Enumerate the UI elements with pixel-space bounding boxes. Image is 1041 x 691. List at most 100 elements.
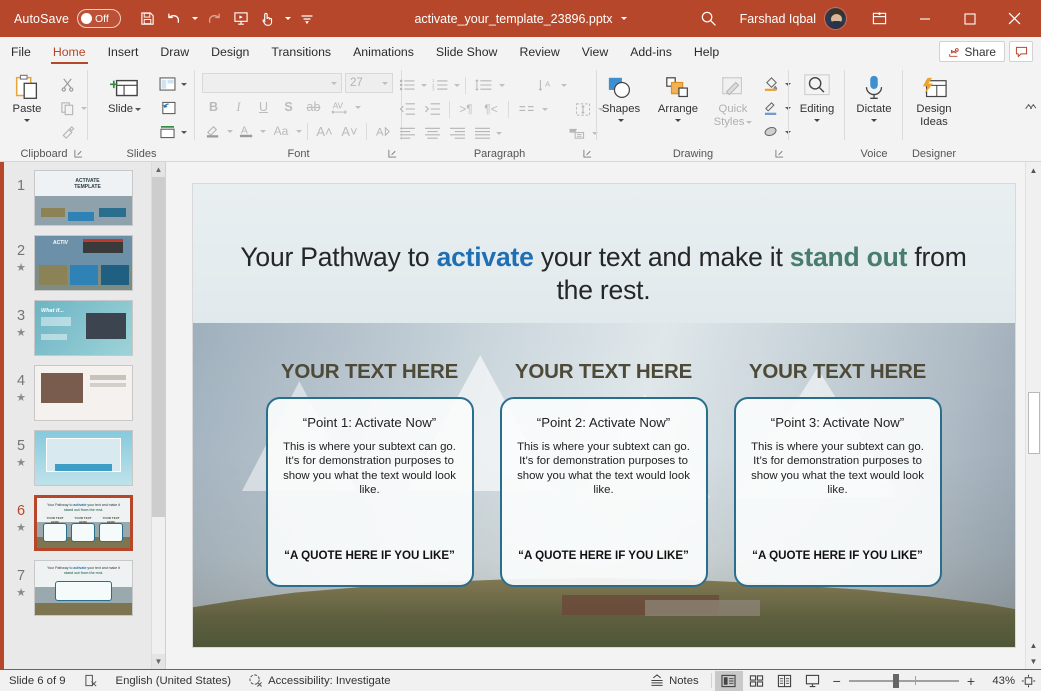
justify-dropdown-icon[interactable] [495,131,502,135]
column-1-header[interactable]: YOUR TEXT HERE [281,360,458,384]
view-normal-button[interactable] [714,670,743,691]
title-dropdown-icon[interactable] [620,17,627,20]
text-direction-dropdown-icon[interactable] [560,83,567,87]
strikethrough-button[interactable]: ab [302,96,325,118]
autosave-toggle[interactable]: Off [77,9,122,28]
layout-dropdown-icon[interactable] [180,82,187,86]
slide-thumbnail-pane[interactable]: 1 ACTIVATE TEMPLATE 2 ★ ACTIV 3 ★ What i… [4,162,166,669]
tab-help[interactable]: Help [683,37,730,66]
slide-thumbnail-current[interactable]: Your Pathway to activate your text and m… [34,495,133,551]
font-name-combobox[interactable] [202,73,342,93]
ribbon-display-options-icon[interactable] [857,0,902,37]
touch-mode-icon[interactable] [254,5,281,33]
list-item[interactable]: 5 ★ [4,430,151,486]
minimize-button[interactable] [902,0,947,37]
user-name[interactable]: Farshad Iqbal [732,12,824,26]
tab-file[interactable]: File [0,37,42,66]
list-item[interactable]: 4 ★ [4,365,151,421]
scroll-up-icon[interactable]: ▲ [152,162,165,177]
bullets-dropdown-icon[interactable] [420,83,427,87]
section-dropdown-icon[interactable] [180,130,187,134]
collapse-ribbon-icon[interactable] [1024,102,1037,114]
format-painter-icon[interactable] [56,121,79,143]
copy-icon[interactable] [56,97,79,119]
tab-transitions[interactable]: Transitions [260,37,342,66]
view-slide-sorter-button[interactable] [743,671,771,691]
accessibility-status[interactable]: Accessibility: Investigate [240,670,399,691]
close-button[interactable] [992,0,1037,37]
quick-styles-button[interactable]: Quick Styles [709,71,757,129]
text-direction-icon[interactable]: A [533,74,559,96]
reset-icon[interactable] [156,97,179,119]
slide-thumbnail[interactable]: Your Pathway to activate your text and m… [34,560,133,616]
columns-icon[interactable] [514,98,540,120]
shape-outline-icon[interactable] [760,97,783,119]
share-button[interactable]: Share [938,41,1005,62]
font-color-dropdown-icon[interactable] [260,129,266,133]
column-2-card[interactable]: “Point 2: Activate Now” This is where yo… [499,397,708,587]
list-item-selected[interactable]: 6 ★ Your Pathway to activate your text an… [4,495,151,551]
scroll-down-icon[interactable]: ▼ [152,654,165,669]
notes-button[interactable]: Notes [641,670,708,691]
shape-effects-icon[interactable] [760,121,783,143]
clipboard-dialog-launcher[interactable] [74,149,83,160]
dictate-button[interactable]: Dictate [848,71,900,122]
character-spacing-dropdown-icon[interactable] [355,105,361,109]
shapes-button[interactable]: Shapes [595,71,647,122]
text-shadow-button[interactable]: S [277,96,300,118]
spell-check-icon[interactable] [75,670,107,691]
new-slide-dropdown-icon[interactable] [135,108,142,111]
character-spacing-icon[interactable]: AV [327,96,353,118]
change-case-dropdown-icon[interactable] [296,129,302,133]
fit-slide-to-window-button[interactable] [1015,674,1041,688]
save-icon[interactable] [134,5,161,33]
tab-animations[interactable]: Animations [342,37,425,66]
next-slide-icon[interactable]: ▼ [1026,653,1041,669]
avatar[interactable] [824,7,847,30]
arrange-dropdown-icon[interactable] [675,119,681,122]
column-2-header[interactable]: YOUR TEXT HERE [515,360,692,384]
tab-review[interactable]: Review [508,37,570,66]
comments-button[interactable] [1009,41,1033,62]
justify-icon[interactable] [471,122,494,144]
convert-to-smartart-icon[interactable] [564,122,590,144]
zoom-out-button[interactable]: − [833,673,841,689]
search-icon[interactable] [686,10,732,27]
view-slide-show-button[interactable] [799,671,827,691]
increase-font-size-button[interactable]: A˄ [313,120,336,142]
ltr-text-direction-button[interactable]: >¶ [455,98,478,120]
list-item[interactable]: 3 ★ What if... [4,300,151,356]
cut-icon[interactable] [56,73,79,95]
tab-draw[interactable]: Draw [149,37,200,66]
list-item[interactable]: 2 ★ ACTIV [4,235,151,291]
quick-styles-dropdown-icon[interactable] [746,121,753,124]
tab-add-ins[interactable]: Add-ins [619,37,683,66]
customize-qat-icon[interactable] [293,5,320,33]
start-presentation-icon[interactable] [227,5,254,33]
zoom-percent[interactable]: 43% [981,675,1015,687]
font-dialog-launcher[interactable] [388,149,397,160]
scroll-thumb[interactable] [1028,392,1040,454]
touch-mode-dropdown-icon[interactable] [281,17,293,20]
numbering-icon[interactable]: 123 [429,74,452,96]
underline-button[interactable]: U [252,96,275,118]
slide-counter[interactable]: Slide 6 of 9 [0,670,75,691]
column-3-header[interactable]: YOUR TEXT HERE [749,360,926,384]
bold-button[interactable]: B [202,96,225,118]
font-size-combobox[interactable]: 27 [345,73,393,93]
columns-dropdown-icon[interactable] [541,107,548,111]
editing-button[interactable]: Editing [791,71,843,122]
undo-dropdown-icon[interactable] [188,17,200,20]
line-spacing-dropdown-icon[interactable] [498,83,505,87]
tab-home[interactable]: Home [42,37,97,66]
redo-icon[interactable] [200,5,227,33]
rtl-text-direction-button[interactable]: ¶< [480,98,503,120]
undo-icon[interactable] [161,5,188,33]
slide-title-text[interactable]: Your Pathway to activate your text and m… [233,241,975,307]
shapes-dropdown-icon[interactable] [618,119,624,122]
new-slide-button[interactable]: Slide [97,71,153,116]
text-highlight-color-icon[interactable] [202,120,225,142]
font-color-icon[interactable]: A [235,120,258,142]
numbering-dropdown-icon[interactable] [453,83,460,87]
previous-slide-icon[interactable]: ▲ [1026,637,1041,653]
